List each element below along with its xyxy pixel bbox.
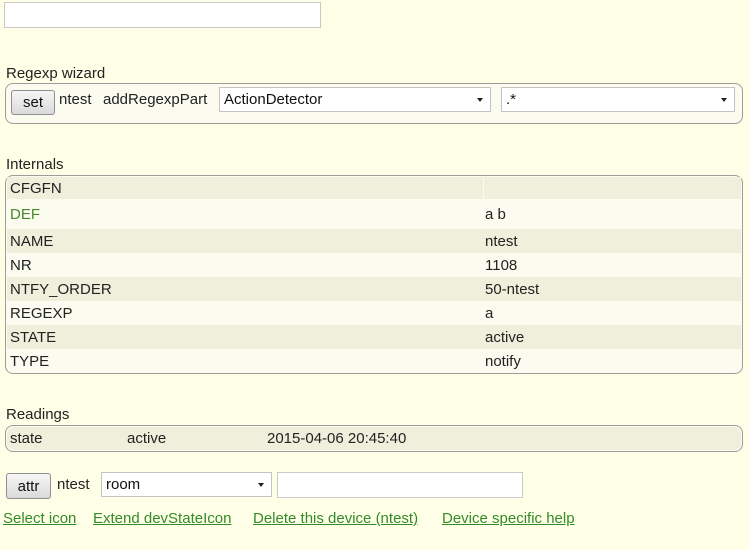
wizard-command-label: addRegexpPart — [103, 91, 208, 108]
internals-title: Internals — [6, 156, 64, 173]
regexp-wizard-title: Regexp wizard — [6, 65, 106, 82]
table-row: STATE active — [7, 325, 741, 349]
device-help-link[interactable]: Device specific help — [442, 510, 575, 527]
regexp-wizard-box: set ntest addRegexpPart ActionDetector .… — [5, 83, 743, 124]
table-row: NAME ntest — [7, 229, 741, 253]
internal-key: STATE — [10, 328, 57, 346]
attr-select-value: room — [106, 476, 141, 493]
table-row: CFGFN — [7, 177, 741, 200]
internal-value: active — [485, 328, 525, 346]
wizard-device-select-value: ActionDetector — [224, 91, 323, 108]
wizard-device-select[interactable]: ActionDetector — [219, 87, 491, 112]
reading-name: state — [10, 430, 43, 447]
table-row: REGEXP a — [7, 301, 741, 325]
wizard-device-label: ntest — [59, 91, 92, 108]
column-divider — [483, 178, 484, 200]
internal-key: CFGFN — [10, 179, 62, 197]
internal-key: REGEXP — [10, 304, 73, 322]
internals-table: CFGFN DEF a b NAME ntest NR 1108 NTFY_OR… — [5, 175, 743, 374]
chevron-down-icon — [258, 482, 264, 487]
internal-key: NR — [10, 256, 32, 274]
select-icon-link[interactable]: Select icon — [3, 510, 76, 527]
table-row: NTFY_ORDER 50-ntest — [7, 277, 741, 301]
table-row: NR 1108 — [7, 253, 741, 277]
attr-select[interactable]: room — [101, 472, 272, 497]
internal-key: TYPE — [10, 352, 50, 370]
table-row: TYPE notify — [7, 349, 741, 373]
readings-table: state active 2015-04-06 20:45:40 — [5, 425, 743, 452]
reading-timestamp: 2015-04-06 20:45:40 — [267, 430, 407, 447]
internal-key: DEF — [10, 205, 40, 223]
internal-value: a — [485, 304, 494, 322]
chevron-down-icon — [477, 97, 483, 102]
internal-value: 1108 — [485, 256, 518, 274]
readings-title: Readings — [6, 406, 70, 423]
table-row: state active 2015-04-06 20:45:40 — [7, 427, 741, 450]
wizard-regex-select-value: .* — [506, 91, 517, 108]
wizard-regex-select[interactable]: .* — [501, 87, 735, 112]
internal-value: a b — [485, 205, 506, 223]
attr-value-input[interactable] — [277, 472, 523, 498]
internal-key: NTFY_ORDER — [10, 280, 112, 298]
attr-device-label: ntest — [57, 476, 90, 493]
internal-key: NAME — [10, 232, 54, 250]
internal-value: notify — [485, 352, 521, 370]
top-input[interactable] — [4, 2, 321, 28]
table-row: DEF a b — [7, 199, 741, 229]
set-button[interactable]: set — [11, 90, 55, 115]
internal-value: ntest — [485, 232, 518, 250]
internal-value: 50-ntest — [485, 280, 540, 298]
delete-device-link[interactable]: Delete this device (ntest) — [253, 510, 418, 527]
reading-value: active — [127, 430, 167, 447]
chevron-down-icon — [721, 97, 727, 102]
attr-button[interactable]: attr — [6, 473, 51, 499]
extend-devstateicon-link[interactable]: Extend devStateIcon — [93, 510, 231, 527]
